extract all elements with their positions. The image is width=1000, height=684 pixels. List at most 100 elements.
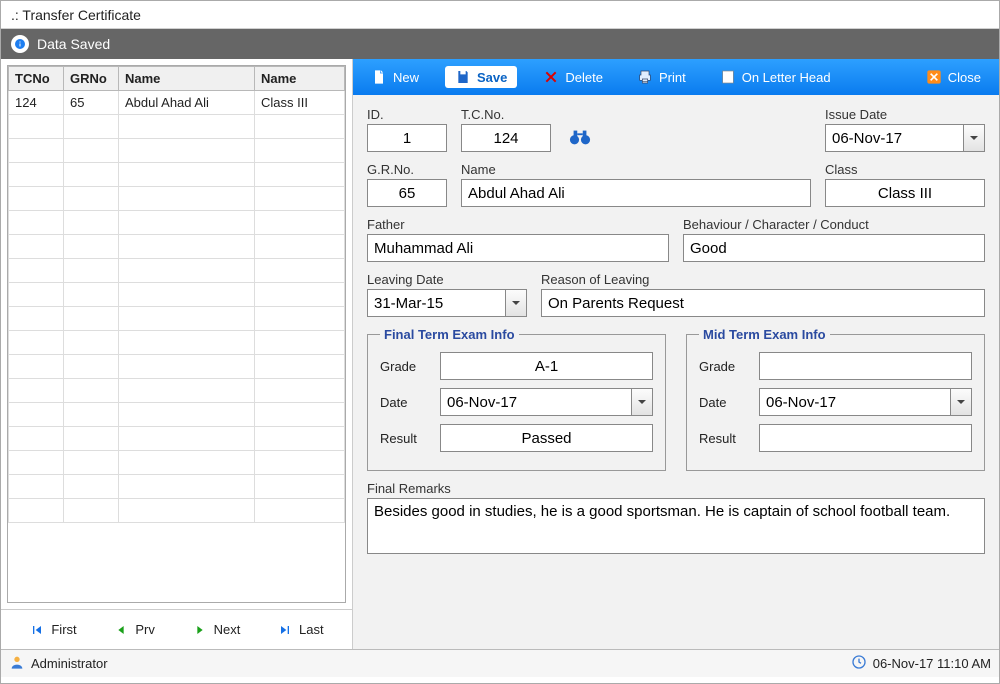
status-bar: Administrator 06-Nov-17 11:10 AM: [1, 649, 999, 677]
status-band: Data Saved: [1, 29, 999, 59]
info-icon: [11, 35, 29, 53]
new-button[interactable]: New: [363, 66, 427, 88]
ft-date-dropdown[interactable]: [440, 388, 653, 416]
issuedate-field[interactable]: [825, 124, 963, 152]
id-field[interactable]: [367, 124, 447, 152]
id-label: ID.: [367, 107, 447, 122]
mt-date-dropdown[interactable]: [759, 388, 972, 416]
name-field[interactable]: [461, 179, 811, 207]
class-label: Class: [825, 162, 985, 177]
nav-next-button[interactable]: Next: [186, 618, 247, 642]
table-row: .: [9, 331, 345, 355]
col-tcno[interactable]: TCNo: [9, 67, 64, 91]
ft-result-label: Result: [380, 431, 430, 446]
nav-next-label: Next: [214, 622, 241, 637]
table-row: .: [9, 427, 345, 451]
leavingdate-dropdown-button[interactable]: [505, 289, 527, 317]
leavingdate-dropdown[interactable]: [367, 289, 527, 317]
records-grid[interactable]: TCNo GRNo Name Name 124 65 Abdul Ahad Al…: [7, 65, 346, 603]
letterhead-button[interactable]: On Letter Head: [712, 66, 839, 88]
table-row: .: [9, 403, 345, 427]
final-term-group: Final Term Exam Info Grade Date Result: [367, 327, 666, 471]
ft-result-field[interactable]: [440, 424, 653, 452]
table-row: .: [9, 283, 345, 307]
close-label: Close: [948, 70, 981, 85]
table-row: .: [9, 235, 345, 259]
leavingdate-label: Leaving Date: [367, 272, 527, 287]
tcno-field[interactable]: [461, 124, 551, 152]
nav-first-button[interactable]: First: [23, 618, 82, 642]
save-button[interactable]: Save: [445, 66, 517, 88]
mt-grade-field[interactable]: [759, 352, 972, 380]
mt-grade-label: Grade: [699, 359, 749, 374]
cell-name: Abdul Ahad Ali: [119, 91, 255, 115]
nav-last-button[interactable]: Last: [271, 618, 330, 642]
footer-datetime: 06-Nov-17 11:10 AM: [873, 656, 991, 671]
father-field[interactable]: [367, 234, 669, 262]
table-row: .: [9, 355, 345, 379]
reason-label: Reason of Leaving: [541, 272, 985, 287]
mt-result-field[interactable]: [759, 424, 972, 452]
nav-prev-label: Prv: [135, 622, 155, 637]
cell-grno: 65: [64, 91, 119, 115]
form-body: ID. T.C.No. Issue Date: [353, 95, 999, 649]
class-field[interactable]: [825, 179, 985, 207]
ft-date-field[interactable]: [440, 388, 631, 416]
letterhead-label: On Letter Head: [742, 70, 831, 85]
grno-label: G.R.No.: [367, 162, 447, 177]
grid-navbar: First Prv Next Last: [1, 609, 352, 649]
table-row[interactable]: 124 65 Abdul Ahad Ali Class III: [9, 91, 345, 115]
mid-term-group: Mid Term Exam Info Grade Date Result: [686, 327, 985, 471]
grno-field[interactable]: [367, 179, 447, 207]
nav-prev-button[interactable]: Prv: [107, 618, 161, 642]
chevron-down-icon: [956, 395, 966, 410]
tcno-label: T.C.No.: [461, 107, 551, 122]
next-icon: [192, 622, 208, 638]
prev-icon: [113, 622, 129, 638]
table-row: .: [9, 259, 345, 283]
footer-user: Administrator: [31, 656, 108, 671]
clock-icon: [851, 654, 867, 673]
table-row: .: [9, 307, 345, 331]
ft-date-dropdown-button[interactable]: [631, 388, 653, 416]
print-icon: [637, 69, 653, 85]
mt-date-label: Date: [699, 395, 749, 410]
table-row: .: [9, 187, 345, 211]
issuedate-dropdown-button[interactable]: [963, 124, 985, 152]
user-icon: [9, 654, 25, 673]
save-icon: [455, 69, 471, 85]
mt-result-label: Result: [699, 431, 749, 446]
name-label: Name: [461, 162, 811, 177]
col-name[interactable]: Name: [119, 67, 255, 91]
chevron-down-icon: [511, 296, 521, 311]
lookup-button[interactable]: [565, 124, 595, 152]
window-title: .: Transfer Certificate: [1, 1, 999, 29]
father-label: Father: [367, 217, 669, 232]
table-row: .: [9, 139, 345, 163]
issuedate-dropdown[interactable]: [825, 124, 985, 152]
issuedate-label: Issue Date: [825, 107, 985, 122]
print-label: Print: [659, 70, 686, 85]
remarks-field[interactable]: [367, 498, 985, 554]
table-row: .: [9, 499, 345, 523]
close-button[interactable]: Close: [918, 66, 989, 88]
col-class[interactable]: Name: [255, 67, 345, 91]
table-row: .: [9, 211, 345, 235]
table-row: .: [9, 163, 345, 187]
print-button[interactable]: Print: [629, 66, 694, 88]
remarks-label: Final Remarks: [367, 481, 985, 496]
leavingdate-field[interactable]: [367, 289, 505, 317]
mt-date-field[interactable]: [759, 388, 950, 416]
status-message: Data Saved: [37, 36, 110, 52]
ft-grade-field[interactable]: [440, 352, 653, 380]
col-grno[interactable]: GRNo: [64, 67, 119, 91]
delete-button[interactable]: Delete: [535, 66, 611, 88]
behaviour-field[interactable]: [683, 234, 985, 262]
reason-field[interactable]: [541, 289, 985, 317]
behaviour-label: Behaviour / Character / Conduct: [683, 217, 985, 232]
mt-date-dropdown-button[interactable]: [950, 388, 972, 416]
form-toolbar: New Save Delete Print On Letter Head C: [353, 59, 999, 95]
form-pane: New Save Delete Print On Letter Head C: [353, 59, 999, 649]
table-row: .: [9, 475, 345, 499]
final-term-legend: Final Term Exam Info: [380, 327, 519, 342]
